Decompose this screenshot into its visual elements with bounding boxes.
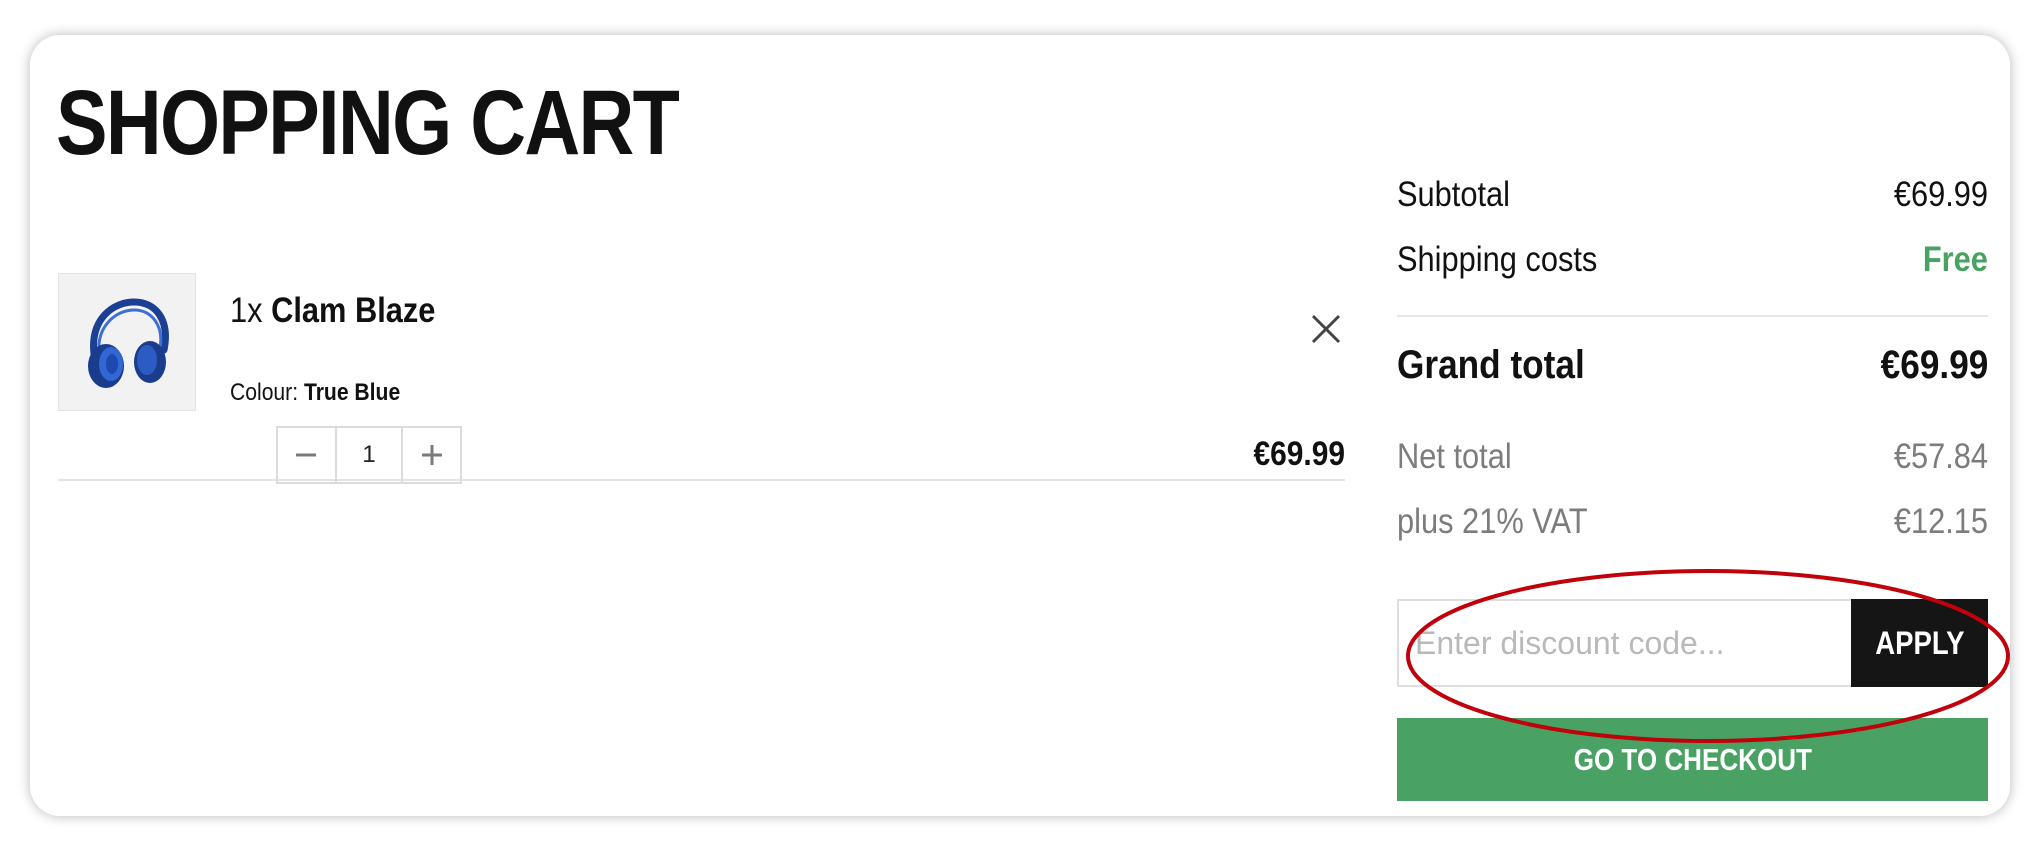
net-total-label: Net total	[1397, 437, 1512, 476]
item-colour-label: Colour:	[230, 379, 299, 406]
item-price: €69.99	[1253, 435, 1345, 473]
subtotal-row: Subtotal €69.99	[1397, 175, 1988, 215]
summary-divider	[1397, 315, 1988, 317]
discount-code-input[interactable]	[1397, 599, 1851, 687]
shipping-row: Shipping costs Free	[1397, 240, 1988, 280]
plus-icon	[421, 445, 442, 465]
quantity-stepper: 1	[276, 426, 462, 484]
quantity-value[interactable]: 1	[334, 428, 404, 482]
grand-total-label: Grand total	[1397, 343, 1585, 387]
cart-item: 1x Clam Blaze Colour: True Blue 1 €69.99	[58, 273, 1345, 484]
product-image[interactable]	[58, 273, 196, 411]
item-quantity-text: 1x	[230, 291, 263, 330]
discount-form: APPLY	[1397, 599, 1988, 687]
vat-label: plus 21% VAT	[1397, 502, 1588, 541]
shopping-cart-panel: SHOPPING CART 1x Clam Blaze Colour: True…	[30, 35, 2010, 816]
vat-row: plus 21% VAT €12.15	[1397, 502, 1988, 542]
minus-icon	[296, 453, 317, 457]
increase-quantity-button[interactable]	[403, 428, 460, 482]
item-colour-value: True Blue	[303, 379, 401, 406]
checkout-button-label: GO TO CHECKOUT	[1573, 741, 1812, 777]
apply-button-label: APPLY	[1874, 624, 1965, 661]
item-name[interactable]: Clam Blaze	[271, 291, 435, 330]
decrease-quantity-button[interactable]	[278, 428, 335, 482]
checkout-button[interactable]: GO TO CHECKOUT	[1397, 718, 1988, 801]
shipping-value: Free	[1922, 240, 1988, 279]
item-colour: Colour: True Blue	[230, 379, 400, 407]
subtotal-label: Subtotal	[1397, 175, 1511, 214]
vat-value: €12.15	[1893, 502, 1988, 541]
shipping-label: Shipping costs	[1397, 240, 1598, 279]
subtotal-value: €69.99	[1893, 175, 1988, 214]
grand-total-row: Grand total €69.99	[1397, 343, 1988, 388]
item-title: 1x Clam Blaze	[230, 291, 435, 331]
headphones-icon	[88, 298, 169, 388]
apply-discount-button[interactable]: APPLY	[1851, 599, 1988, 687]
remove-item-button[interactable]	[1310, 313, 1342, 345]
net-total-row: Net total €57.84	[1397, 437, 1988, 477]
close-icon	[1311, 314, 1341, 344]
grand-total-value: €69.99	[1880, 343, 1988, 387]
page-title: SHOPPING CART	[56, 72, 680, 174]
net-total-value: €57.84	[1893, 437, 1988, 476]
